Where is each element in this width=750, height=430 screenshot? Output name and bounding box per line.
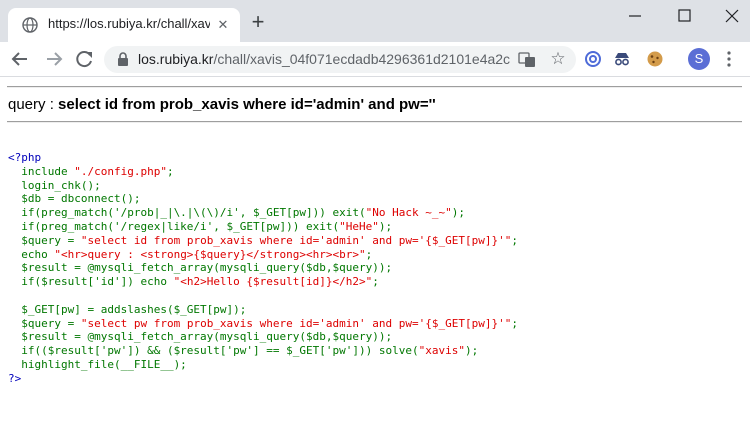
code-token: ; <box>365 247 373 261</box>
tab-title: https://los.rubiya.kr/chall/xavis_0 <box>48 16 210 31</box>
new-tab-button[interactable]: + <box>248 11 268 33</box>
lock-icon[interactable] <box>116 52 130 67</box>
forward-arrow-icon[interactable] <box>43 49 65 69</box>
code-body: include "./config.php"; login_chk(); $db… <box>8 165 518 371</box>
maximize-window-icon[interactable] <box>671 6 697 26</box>
code-string: "select id from prob_xavis where id='adm… <box>80 233 512 247</box>
tab-close-icon[interactable]: ✕ <box>214 16 232 34</box>
browser-toolbar: los.rubiya.kr/chall/xavis_04f071ecdadb42… <box>0 42 750 77</box>
code-line: if(preg_match('/regex|like/i', $_GET[pw]… <box>8 220 392 233</box>
divider-bottom <box>7 121 742 123</box>
code-line: login_chk(); <box>8 178 101 192</box>
php-open-tag: <?php <box>8 151 42 164</box>
reload-icon[interactable] <box>74 49 96 69</box>
code-string: "HeHe" <box>339 219 379 233</box>
code-token: $query = <box>8 233 81 247</box>
extension-target-icon[interactable] <box>584 50 602 68</box>
code-string: "<h2>Hello {$result[id]}</h2>" <box>173 275 373 289</box>
minimize-window-icon[interactable] <box>622 6 648 26</box>
code-token: ); <box>464 344 479 358</box>
code-token: if($result['id']) echo <box>8 275 174 289</box>
code-token: $result = @mysqli_fetch_array(mysqli_que… <box>8 261 393 275</box>
back-arrow-icon[interactable] <box>9 49 31 69</box>
code-line: include "./config.php"; <box>8 164 174 178</box>
cookie-icon[interactable] <box>646 50 664 68</box>
code-token: ); <box>451 206 465 220</box>
code-line: if($result['id']) echo "<h2>Hello {$resu… <box>8 275 379 288</box>
code-token: include <box>8 164 75 178</box>
browser-tab[interactable]: https://los.rubiya.kr/chall/xavis_0 ✕ <box>8 8 240 42</box>
address-bar[interactable]: los.rubiya.kr/chall/xavis_04f071ecdadb42… <box>104 46 576 73</box>
code-line: $_GET[pw] = addslashes($_GET[pw]); <box>8 303 246 316</box>
source-code: <?php include "./config.php"; login_chk(… <box>8 151 518 386</box>
code-line: $query = "select id from prob_xavis wher… <box>8 234 518 247</box>
code-token: ); <box>378 219 393 233</box>
code-string: "xavis" <box>418 344 465 358</box>
query-output: query : select id from prob_xavis where … <box>8 96 436 113</box>
code-token: if(($result['pw']) && ($result['pw'] == … <box>8 344 419 358</box>
code-token: if(preg_match('/prob|_|\.|\(\)/i', $_GET… <box>8 206 366 220</box>
code-string: "./config.php" <box>74 164 167 178</box>
profile-avatar[interactable]: S <box>688 48 710 70</box>
url-host: los.rubiya.kr <box>138 51 214 67</box>
code-line: highlight_file(__FILE__); <box>8 358 187 371</box>
code-token: ; <box>372 275 379 289</box>
code-token: if(preg_match('/regex|like/i', $_GET[pw]… <box>8 219 340 233</box>
code-line: $db = dbconnect(); <box>8 192 140 205</box>
code-line: if(preg_match('/prob|_|\.|\(\)/i', $_GET… <box>8 206 465 219</box>
url-path: /chall/xavis_04f071ecdadb4296361d2101e4a… <box>213 51 510 67</box>
extension-incognito-icon[interactable] <box>613 50 631 68</box>
globe-icon <box>22 17 38 33</box>
code-token: ; <box>511 233 518 247</box>
menu-kebab-icon[interactable] <box>726 50 732 68</box>
code-token: $query = <box>8 316 81 330</box>
code-token: $db = dbconnect(); <box>8 192 141 206</box>
php-close-tag: ?> <box>8 371 22 385</box>
title-bar: https://los.rubiya.kr/chall/xavis_0 ✕ + <box>0 0 750 42</box>
code-string: "No Hack ~_~" <box>365 206 452 220</box>
code-string: "select pw from prob_xavis where id='adm… <box>80 316 512 330</box>
code-token: ; <box>166 164 174 178</box>
query-label: query : <box>8 96 59 113</box>
code-token: $_GET[pw] = addslashes($_GET[pw]); <box>8 302 247 316</box>
code-token: echo <box>8 247 55 261</box>
query-sql: select id from prob_xavis where id='admi… <box>58 96 436 113</box>
code-line: if(($result['pw']) && ($result['pw'] == … <box>8 344 478 357</box>
code-string: "<hr>query : <strong>{$query}</strong><h… <box>54 247 366 261</box>
divider-top <box>7 86 742 88</box>
bookmark-star-icon[interactable]: ☆ <box>549 50 567 68</box>
code-line: echo "<hr>query : <strong>{$query}</stro… <box>8 248 372 261</box>
code-token: $result = @mysqli_fetch_array(mysqli_que… <box>8 330 393 344</box>
translate-icon[interactable] <box>518 51 536 69</box>
url-text[interactable]: los.rubiya.kr/chall/xavis_04f071ecdadb42… <box>138 51 510 67</box>
code-line: $query = "select pw from prob_xavis wher… <box>8 317 518 330</box>
code-token: ; <box>511 316 518 330</box>
code-token: login_chk(); <box>8 178 101 192</box>
code-token: highlight_file(__FILE__); <box>8 357 187 371</box>
code-line: $result = @mysqli_fetch_array(mysqli_que… <box>8 330 392 343</box>
close-window-icon[interactable] <box>719 6 745 26</box>
code-line: $result = @mysqli_fetch_array(mysqli_que… <box>8 261 392 274</box>
